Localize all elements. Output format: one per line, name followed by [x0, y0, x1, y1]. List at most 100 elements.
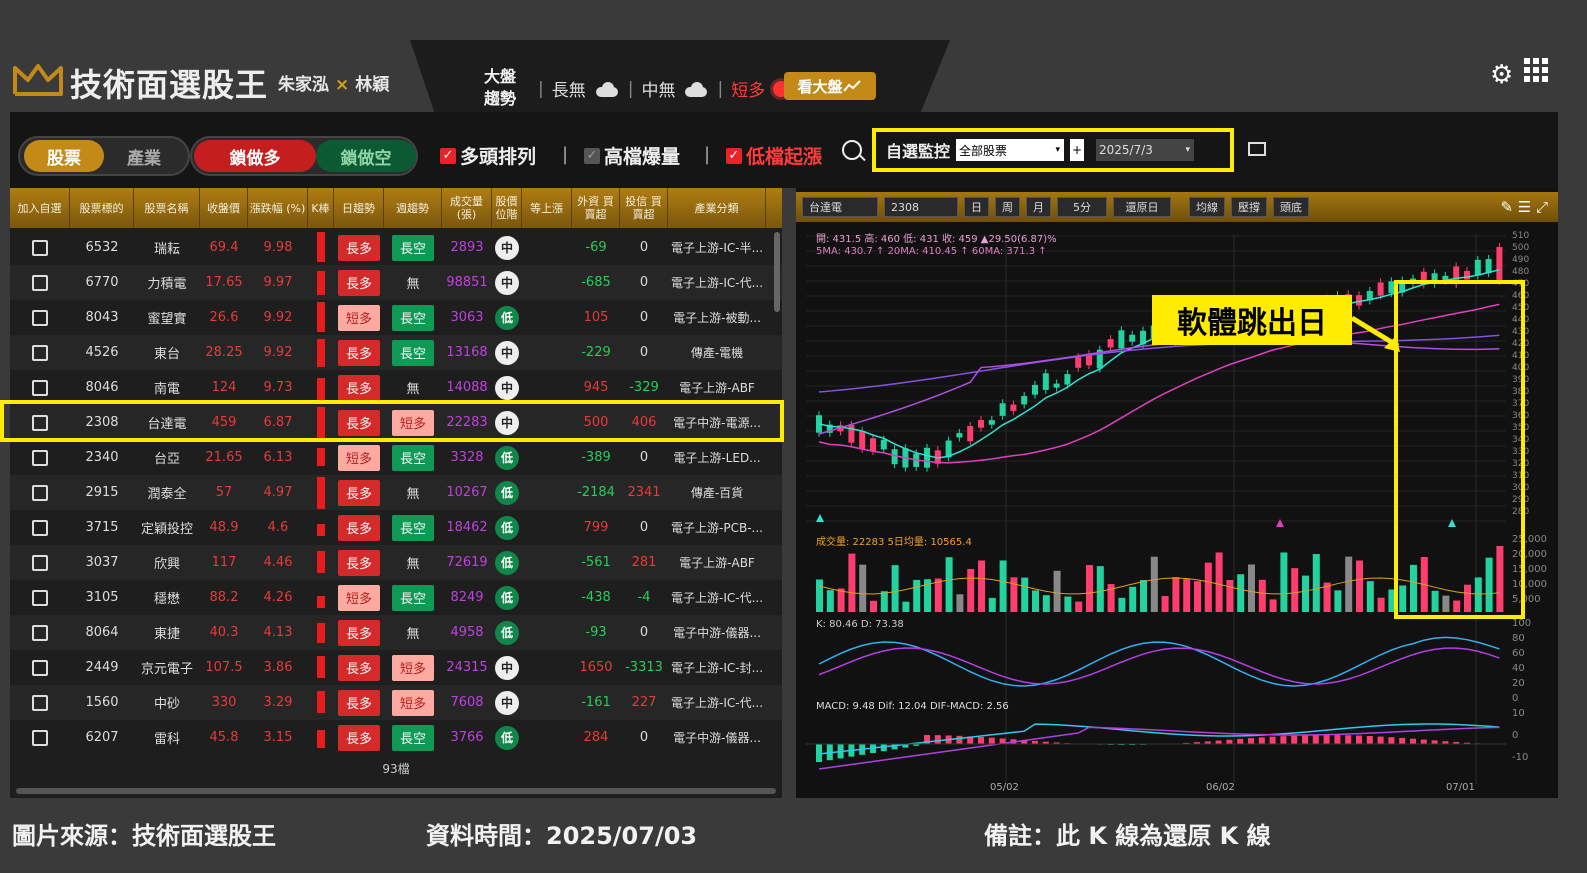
gear-icon[interactable]: ⚙: [1490, 60, 1513, 90]
filter-low-rise[interactable]: ✓ 低檔起漲: [726, 142, 822, 169]
table-header: 加入自選 股票標的 股票名稱 收盤價 漲跌幅 (%) K棒 日趨勢 週趨勢 成交量 (張) 股價位…: [10, 188, 782, 228]
filter-bull-alignment[interactable]: ✓ 多頭排列: [440, 142, 536, 169]
add-watchlist-checkbox[interactable]: [32, 309, 48, 326]
view-market-button[interactable]: 看大盤: [784, 72, 876, 100]
filter-high-volume[interactable]: ✓ 高檔爆量: [584, 142, 680, 169]
toggle-industry[interactable]: 產業: [104, 140, 184, 172]
ma-button[interactable]: 均線: [1189, 197, 1225, 217]
table-row[interactable]: 1560 中砂 330 3.29 長多 短多 7608 中 -161 227 電子上游-IC-代..…: [10, 685, 782, 720]
monitor-select[interactable]: 全部股票 ▾: [956, 139, 1065, 161]
add-watchlist-checkbox[interactable]: [32, 274, 48, 291]
toggle-lock-long[interactable]: 鎖做多: [194, 140, 316, 172]
table-row[interactable]: 8064 東捷 40.3 4.13 長多 無 4958 低 -93 0 電子中游-儀器...: [10, 615, 782, 650]
volume-bar: [1032, 590, 1039, 612]
column-header[interactable]: K棒: [308, 188, 334, 228]
close-price: 40.3: [209, 625, 239, 640]
column-header[interactable]: 收盤價: [200, 188, 248, 228]
search-icon[interactable]: [842, 140, 862, 160]
add-watchlist-checkbox[interactable]: [32, 659, 48, 676]
vertical-scrollbar[interactable]: [774, 232, 780, 312]
add-watchlist-checkbox[interactable]: [32, 624, 48, 641]
date-select[interactable]: 2025/7/3 ▾: [1096, 139, 1195, 161]
add-watchlist-checkbox[interactable]: [32, 449, 48, 466]
column-header[interactable]: 加入自選: [10, 188, 70, 228]
chart-tools-icons[interactable]: ✎ ☰ ⤢: [1500, 198, 1548, 216]
adjusted-day-select[interactable]: 還原日: [1113, 197, 1171, 217]
table-row[interactable]: 6770 力積電 17.65 9.97 長多 無 98851 中 -685 0 電子上游-IC-代.…: [10, 265, 782, 300]
trust-net: -329: [629, 380, 659, 395]
top-bottom-button[interactable]: 頭底: [1273, 197, 1309, 217]
table-row[interactable]: 2308 台達電 459 6.87 長多 短多 22283 中 500 406 電子中游-電源...: [10, 405, 782, 440]
toggle-stock[interactable]: 股票: [24, 140, 104, 172]
add-watchlist-checkbox[interactable]: [32, 589, 48, 606]
weekly-trend-badge: 無: [406, 627, 420, 642]
add-watchlist-checkbox[interactable]: [32, 694, 48, 711]
change-percent: 4.26: [263, 590, 293, 605]
column-header[interactable]: 成交量 (張): [442, 188, 492, 228]
checkbox-unchecked-icon[interactable]: ✓: [584, 147, 600, 164]
column-header[interactable]: 投信 買賣超: [620, 188, 668, 228]
volume-bar: [1075, 601, 1083, 612]
price-level-badge: 低: [495, 445, 519, 470]
horizontal-scrollbar[interactable]: [16, 788, 776, 794]
checkbox-checked-icon[interactable]: ✓: [440, 147, 456, 164]
table-row[interactable]: 2340 台亞 21.65 6.13 短多 長空 3328 低 -389 0 電子上游-LED...: [10, 440, 782, 475]
checkbox-checked-icon[interactable]: ✓: [726, 147, 742, 164]
table-row[interactable]: 6532 瑞耘 69.4 9.98 長多 長空 2893 中 -69 0 電子上游-IC-半...: [10, 230, 782, 265]
add-watchlist-checkbox[interactable]: [32, 729, 48, 746]
period-5min-select[interactable]: 5分: [1057, 197, 1107, 217]
table-row[interactable]: 2449 京元電子 107.5 3.86 長多 短多 24315 中 1650 -3313 電子上游…: [10, 650, 782, 685]
add-watchlist-checkbox[interactable]: [32, 344, 48, 361]
table-settings-icon[interactable]: [1248, 142, 1266, 156]
candle-body: [988, 420, 995, 425]
add-button[interactable]: +: [1070, 139, 1085, 161]
column-header[interactable]: 外資 買賣超: [572, 188, 620, 228]
volume-bar: [1312, 554, 1320, 612]
macd-bar: [1366, 736, 1373, 744]
volume-bar: [1377, 597, 1385, 612]
column-header[interactable]: 週趨勢: [384, 188, 442, 228]
add-watchlist-checkbox[interactable]: [32, 519, 48, 536]
grid-icon[interactable]: [1524, 58, 1548, 82]
add-watchlist-checkbox[interactable]: [32, 414, 48, 431]
add-watchlist-checkbox[interactable]: [32, 379, 48, 396]
period-day-button[interactable]: 日: [964, 197, 989, 217]
column-header[interactable]: 股票名稱: [134, 188, 200, 228]
table-row[interactable]: 3715 定穎投控 48.9 4.6 長多 長空 18462 低 799 0 電子上游-PCB-..…: [10, 510, 782, 545]
long-short-toggle: 鎖做多 鎖做空: [190, 136, 418, 176]
table-row[interactable]: 3105 穩懋 88.2 4.26 短多 長空 8249 低 -438 -4 電子上游-IC-代..…: [10, 580, 782, 615]
period-week-button[interactable]: 周: [995, 197, 1020, 217]
table-row[interactable]: 6207 雷科 45.8 3.15 長多 長空 3766 低 284 0 電子中游-儀器...: [10, 720, 782, 755]
daily-trend-badge: 長多: [338, 619, 380, 646]
kd-tick-label: 0: [1512, 693, 1518, 704]
support-resistance-button[interactable]: 壓撐: [1231, 197, 1267, 217]
column-header[interactable]: 股價位階: [492, 188, 522, 228]
chart-stock-code[interactable]: 2308: [884, 197, 958, 217]
column-header[interactable]: 漲跌幅 (%): [248, 188, 308, 228]
toggle-lock-short[interactable]: 鎖做空: [316, 140, 416, 172]
add-watchlist-checkbox[interactable]: [32, 554, 48, 571]
period-month-button[interactable]: 月: [1026, 197, 1051, 217]
k-bar-icon: [317, 510, 325, 545]
close-price: 88.2: [209, 590, 239, 605]
column-header[interactable]: 日趨勢: [334, 188, 384, 228]
column-header[interactable]: 股票標的: [70, 188, 134, 228]
close-price: 57: [215, 485, 233, 500]
column-header[interactable]: 產業分類: [668, 188, 766, 228]
chevron-down-icon: ▾: [1055, 145, 1061, 155]
table-row[interactable]: 2915 潤泰全 57 4.97 長多 無 10267 低 -2184 2341 傳產-百貨: [10, 475, 782, 510]
volume: 98851: [446, 275, 488, 290]
d-line: [818, 647, 1500, 685]
column-header[interactable]: 等上漲: [522, 188, 572, 228]
daily-trend-badge: 短多: [338, 444, 380, 471]
candle-body: [1010, 404, 1017, 411]
table-row[interactable]: 4526 東台 28.25 9.92 長多 長空 13168 中 -229 0 傳產-電機: [10, 335, 782, 370]
table-row[interactable]: 3037 欣興 117 4.46 長多 無 72619 低 -561 281 電子上游-ABF: [10, 545, 782, 580]
chart-stock-name[interactable]: 台達電: [802, 197, 878, 217]
add-watchlist-checkbox[interactable]: [32, 484, 48, 501]
table-row[interactable]: 8046 南電 124 9.73 長多 無 14088 中 945 -329 電子上游-ABF: [10, 370, 782, 405]
close-price: 28.25: [205, 345, 243, 360]
add-watchlist-checkbox[interactable]: [32, 239, 48, 256]
table-row[interactable]: 8043 蜜望實 26.6 9.92 短多 長空 3063 低 105 0 電子上游-被動...: [10, 300, 782, 335]
stock-name: 東台: [153, 347, 180, 362]
